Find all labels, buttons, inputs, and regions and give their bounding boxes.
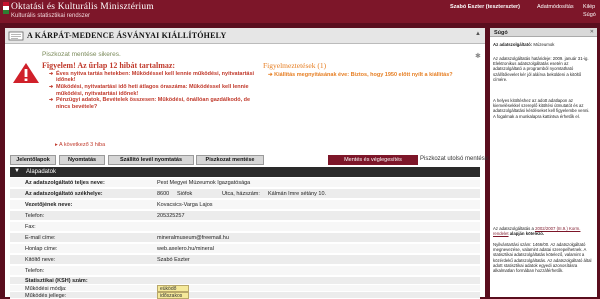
help-paragraph: A helyes kitöltéshez az adott adatlapon …	[493, 98, 590, 119]
error-list: Éves nyitva tartás hetekben: Működéssel …	[49, 71, 265, 110]
field-label: Telefon:	[25, 268, 45, 274]
field-row: Működés jellege: időszakos	[10, 292, 480, 299]
error-item[interactable]: Pénzügyi adatok, Bevételek összesen: Műk…	[49, 97, 265, 110]
app-title: Oktatási és Kulturális Minisztérium	[11, 2, 154, 12]
field-value[interactable]: mineralmuseum@freemail.hu	[157, 235, 229, 241]
more-errors-label: A következő 3 hiba	[59, 142, 106, 148]
help-text: alapján kötelező.	[509, 231, 545, 237]
crest-icon	[3, 2, 9, 14]
collapse-icon[interactable]: ▲	[475, 31, 481, 37]
tab-print[interactable]: Nyomtatás	[59, 155, 105, 165]
page-header: A KÁRPÁT-MEDENCE ÁSVÁNYAI KIÁLLÍTÓHELY ▲	[5, 28, 485, 44]
field-label: Telefon:	[25, 213, 45, 219]
admin-link[interactable]: Adatmódosítás	[537, 4, 574, 10]
user-name: Szabó Eszter (teszterszter)	[450, 4, 520, 10]
city-field[interactable]: Siófok	[177, 191, 192, 197]
operation-mode-select[interactable]: eüködő	[157, 285, 189, 292]
field-row: Kitöltő neve: Szabó Eszter	[10, 255, 480, 265]
street-label: Utca, házszám:	[222, 191, 260, 197]
field-label: Kitöltő neve:	[25, 257, 56, 263]
field-label: Fax:	[25, 224, 36, 230]
error-item[interactable]: Működési, nyitvatartási idő heti átlagos…	[49, 84, 265, 97]
pin-icon[interactable]: ✱	[475, 52, 481, 60]
success-message: Piszkozat mentése sikeres.	[42, 51, 121, 58]
field-row: Az adatszolgáltató székhelye: 8600 Siófo…	[10, 189, 480, 199]
field-label: Működési módja:	[25, 285, 67, 292]
help-paragraph: Nyilvántartási szám: 1466/00. Az adatszo…	[493, 242, 592, 274]
zip-field[interactable]: 8600	[157, 191, 169, 197]
field-row: Működési módja: eüködő	[10, 285, 480, 292]
top-bar: Oktatási és Kulturális Minisztérium Kult…	[0, 0, 600, 23]
field-label: Vezetőjének neve:	[25, 202, 73, 208]
error-title: Figyelem! Az űrlap 12 hibát tartalmaz:	[42, 61, 176, 70]
sidebar-header: Súgó ✕	[490, 28, 597, 37]
section-header[interactable]: ▼ Alapadatok	[10, 167, 480, 177]
tab-save-draft[interactable]: Piszkozat mentése	[196, 155, 264, 165]
field-row: Az adatszolgáltató teljes neve: Pest Meg…	[10, 178, 480, 188]
field-label: E-mail címe:	[25, 235, 56, 241]
help-sidebar: Súgó ✕ Az adatszolgáltató: Múzeumok Az a…	[490, 28, 597, 297]
help-link[interactable]: Súgó	[583, 12, 596, 18]
save-and-finalize-button[interactable]: Mentés és véglegesítés	[328, 155, 418, 165]
section-title: Alapadatok	[26, 168, 57, 175]
field-row: E-mail címe: mineralmuseum@freemail.hu	[10, 233, 480, 243]
help-paragraph: Az adatszolgáltató: Múzeumok	[493, 42, 593, 47]
app-subtitle: Kulturális statisztikai rendszer	[11, 13, 91, 19]
warning-item[interactable]: ➔ Kiállítás megnyitásának éve: Biztos, h…	[268, 72, 453, 78]
document-icon	[8, 31, 24, 41]
field-label: Az adatszolgáltató székhelye:	[25, 191, 103, 197]
sidebar-title: Súgó	[494, 29, 508, 36]
field-value[interactable]: 205325257	[157, 213, 185, 219]
help-paragraph: Az adatszolgáltatás határideje: 2009. ja…	[493, 56, 589, 82]
street-field[interactable]: Kálmán Imre sétány 10.	[268, 191, 326, 197]
error-item[interactable]: Éves nyitva tartás hetekben: Működéssel …	[49, 71, 265, 84]
field-row: Fax:	[10, 222, 480, 232]
warnings-title: Figyelmeztetések (1)	[263, 61, 327, 70]
field-value[interactable]: Szabó Eszter	[157, 257, 190, 263]
field-value[interactable]: Kovacsics-Varga Lajos	[157, 202, 213, 208]
logout-link[interactable]: Kilép	[583, 4, 595, 10]
field-value[interactable]: web.axelero.hu/mineral	[157, 246, 214, 252]
warning-icon	[13, 63, 39, 83]
close-icon[interactable]: ✕	[590, 29, 594, 35]
help-paragraph: Az adatszolgáltatás a 2002/2007 (III.9.)…	[493, 226, 593, 236]
field-row: Statisztikai (KSH) szám:	[10, 277, 480, 285]
field-value[interactable]: Pest Megyei Múzeumok Igazgatósága	[157, 180, 250, 186]
field-label: Működés jellege:	[25, 292, 67, 299]
section-toggle-icon: ▼	[14, 168, 20, 174]
help-lead: Az adatszolgáltató:	[493, 42, 533, 47]
field-row: Honlap címe: web.axelero.hu/mineral	[10, 244, 480, 254]
tab-report-sheets[interactable]: Jelentőlapok	[10, 155, 56, 165]
field-label: Az adatszolgáltató teljes neve:	[25, 180, 105, 186]
field-row: Vezetőjének neve: Kovacsics-Varga Lajos	[10, 200, 480, 210]
operation-nature-select[interactable]: időszakos	[157, 292, 189, 299]
warning-item-label: Kiállítás megnyitásának éve: Biztos, hog…	[274, 72, 453, 78]
field-row: Telefon:	[10, 266, 480, 276]
page-title: A KÁRPÁT-MEDENCE ÁSVÁNYAI KIÁLLÍTÓHELY	[27, 31, 227, 40]
help-text: Múzeumok	[533, 42, 555, 47]
field-row: Telefon: 205325257	[10, 211, 480, 221]
more-errors-link[interactable]: ▸ A következő 3 hiba	[55, 142, 105, 148]
field-label: Statisztikai (KSH) szám:	[25, 278, 88, 284]
tab-print-delivery-note[interactable]: Szállító levél nyomtatás	[108, 155, 194, 165]
field-label: Honlap címe:	[25, 246, 58, 252]
